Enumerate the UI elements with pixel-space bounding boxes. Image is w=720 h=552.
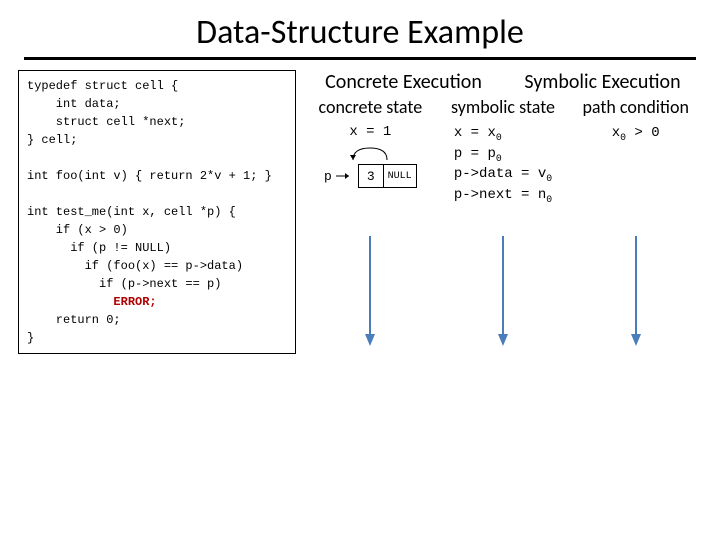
code-l9: if (x > 0): [27, 223, 128, 237]
concrete-x-assign: x = 1: [349, 124, 391, 140]
concrete-header: Concrete Execution: [304, 70, 503, 94]
code-l14: return 0;: [27, 313, 121, 327]
concrete-state-header: concrete state: [304, 96, 437, 118]
code-l11: if (foo(x) == p->data): [27, 259, 243, 273]
path-column: x0 > 0: [569, 124, 702, 206]
concrete-cell-diagram: p 3 NULL: [324, 164, 417, 188]
down-arrows-row: [304, 236, 702, 346]
code-l3: struct cell *next;: [27, 115, 185, 129]
content-area: typedef struct cell { int data; struct c…: [0, 70, 720, 354]
code-l4: } cell;: [27, 133, 77, 147]
cell-next: NULL: [384, 165, 416, 187]
symbolic-state-lines: x = x0 p = p0 p->data = v0 p->next = n0: [454, 124, 552, 206]
symbolic-state-header: symbolic state: [437, 96, 570, 118]
code-l1: typedef struct cell {: [27, 79, 178, 93]
code-l10: if (p != NULL): [27, 241, 171, 255]
code-listing: typedef struct cell { int data; struct c…: [18, 70, 296, 354]
sym-line-next: p->next = n0: [454, 186, 552, 207]
title-divider: [24, 57, 696, 60]
code-l6: int foo(int v) { return 2*v + 1; }: [27, 169, 272, 183]
ptr-label: p: [324, 169, 332, 184]
execution-panel: Concrete Execution Symbolic Execution co…: [304, 70, 702, 354]
slide-title: Data-Structure Example: [0, 12, 720, 53]
exec-headers: Concrete Execution Symbolic Execution: [304, 70, 702, 94]
concrete-column: x = 1 p 3 NULL: [304, 124, 437, 206]
down-arrow-icon: [363, 236, 377, 346]
code-l12: if (p->next == p): [27, 277, 221, 291]
cell-data: 3: [359, 165, 384, 187]
path-condition-header: path condition: [569, 96, 702, 118]
sym-line-x: x = x0: [454, 124, 552, 145]
code-l15: }: [27, 331, 34, 345]
exec-subheaders: concrete state symbolic state path condi…: [304, 96, 702, 118]
code-l2: int data;: [27, 97, 121, 111]
path-cond-line: x0 > 0: [612, 124, 660, 145]
cell-box: 3 NULL: [358, 164, 417, 188]
down-arrow-icon: [629, 236, 643, 346]
symbolic-column: x = x0 p = p0 p->data = v0 p->next = n0: [437, 124, 570, 206]
ptr-arrow-icon: [336, 171, 354, 181]
sym-line-data: p->data = v0: [454, 165, 552, 186]
sym-line-p: p = p0: [454, 145, 552, 166]
symbolic-header: Symbolic Execution: [503, 70, 702, 94]
code-error: ERROR;: [27, 295, 157, 309]
down-arrow-icon: [496, 236, 510, 346]
self-loop-arrow: [335, 146, 405, 162]
exec-body: x = 1 p 3 NULL: [304, 124, 702, 206]
code-l8: int test_me(int x, cell *p) {: [27, 205, 236, 219]
